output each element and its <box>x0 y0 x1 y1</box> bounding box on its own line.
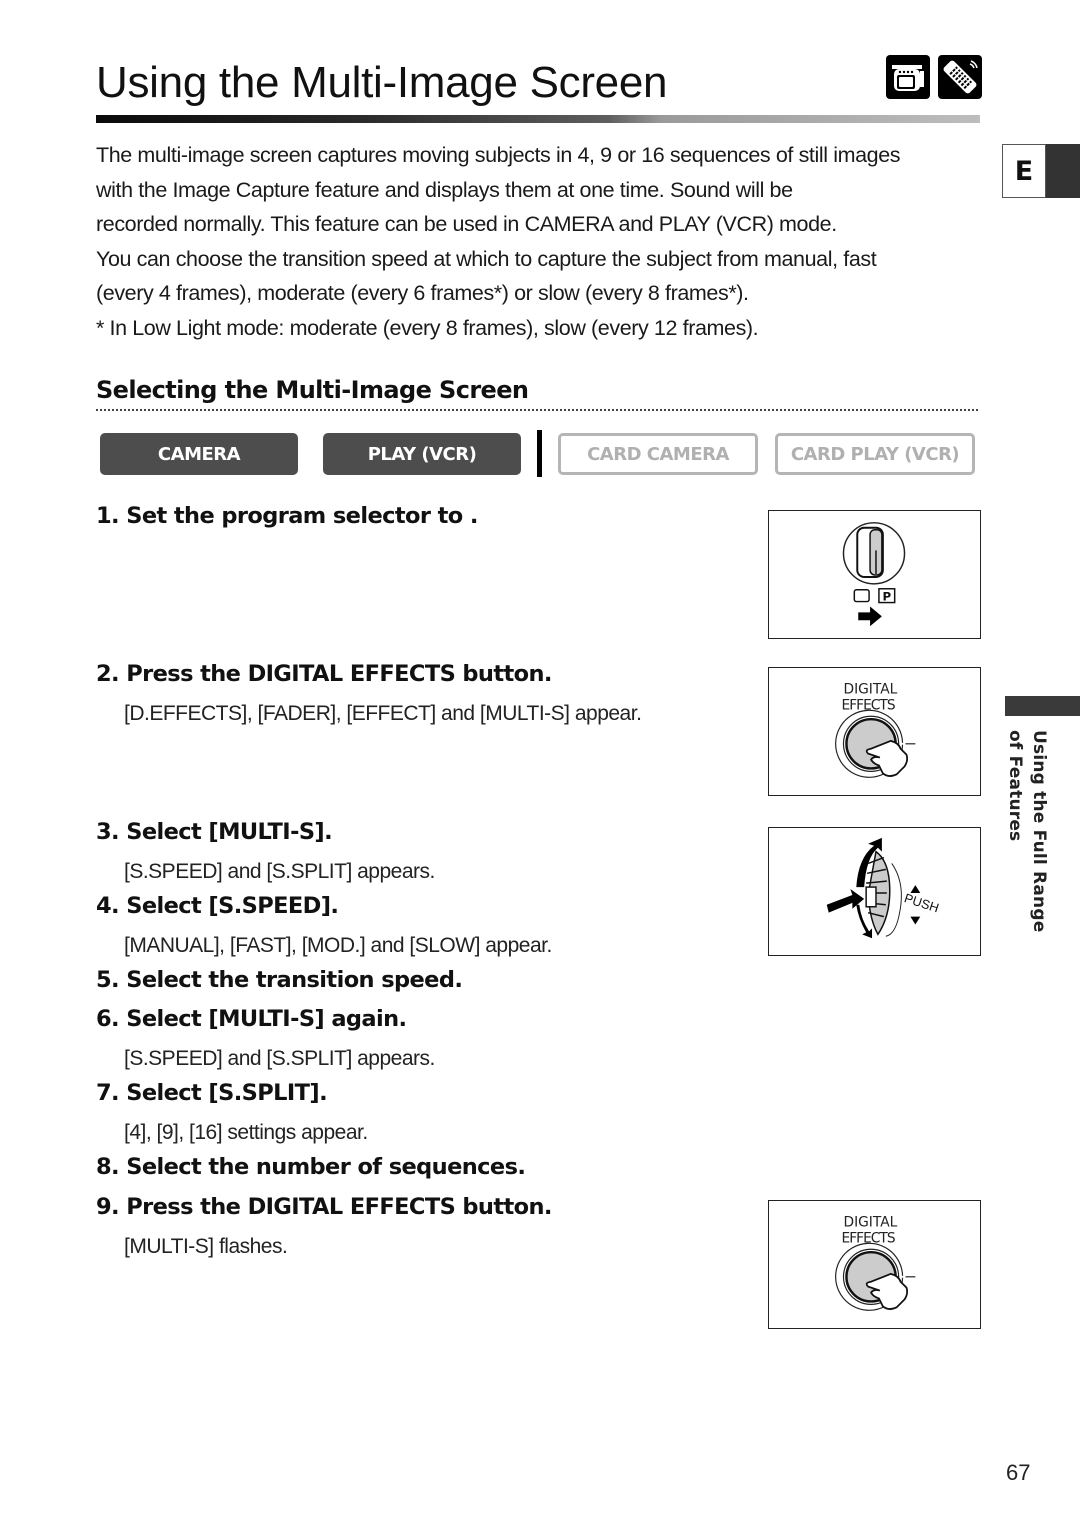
intro-footnote: * In Low Light mode: moderate (every 8 f… <box>96 315 759 340</box>
svg-text:DIGITAL: DIGITAL <box>843 1215 897 1231</box>
camcorder-icon <box>886 55 930 99</box>
step-9-title: 9. Press the DIGITAL EFFECTS button. <box>96 1194 552 1220</box>
section-tab-line2: of Features <box>1005 730 1025 842</box>
mode-card-play-vcr: CARD PLAY (VCR) <box>775 433 975 475</box>
program-selector-icon: P <box>842 522 906 627</box>
step-4-title: 4. Select [S.SPEED]. <box>96 893 339 919</box>
digital-effects-illustration-2: DIGITAL EFFECTS <box>768 1200 981 1329</box>
intro-text: The multi-image screen captures moving s… <box>96 138 966 345</box>
section-tab-line1: Using the Full Range <box>1029 730 1049 933</box>
step-6-title: 6. Select [MULTI-S] again. <box>96 1006 407 1032</box>
step-7-detail: [4], [9], [16] settings appear. <box>124 1121 368 1144</box>
language-tab-marker <box>1046 144 1080 198</box>
step-6-detail: [S.SPEED] and [S.SPLIT] appears. <box>124 1047 435 1070</box>
intro-line: You can choose the transition speed at w… <box>96 246 877 271</box>
page-number: 67 <box>1006 1460 1031 1485</box>
step-1-title: 1. Set the program selector to . <box>96 503 478 529</box>
svg-text:EFFECTS: EFFECTS <box>842 697 895 713</box>
step-7-title: 7. Select [S.SPLIT]. <box>96 1080 328 1106</box>
mode-camera: CAMERA <box>100 433 298 475</box>
mode-play-vcr: PLAY (VCR) <box>323 433 521 475</box>
mode-card-camera: CARD CAMERA <box>558 433 758 475</box>
section-divider <box>96 409 978 411</box>
section-heading: Selecting the Multi-Image Screen <box>96 376 529 404</box>
section-tab-label: Using the Full Range of Features <box>1003 730 1063 940</box>
step-2-detail: [D.EFFECTS], [FADER], [EFFECT] and [MULT… <box>124 702 642 725</box>
page-title: Using the Multi-Image Screen <box>96 58 668 107</box>
selector-dial-icon: PUSH <box>826 837 941 939</box>
title-rule <box>96 115 980 123</box>
remote-control-icon <box>938 55 982 99</box>
svg-text:PUSH: PUSH <box>902 890 940 915</box>
step-4-detail: [MANUAL], [FAST], [MOD.] and [SLOW] appe… <box>124 934 552 957</box>
digital-effects-illustration: DIGITAL EFFECTS <box>768 667 981 796</box>
step-3-detail: [S.SPEED] and [S.SPLIT] appears. <box>124 860 435 883</box>
step-9-detail: [MULTI-S] flashes. <box>124 1235 288 1258</box>
language-label: E <box>1002 144 1046 198</box>
intro-line: (every 4 frames), moderate (every 6 fram… <box>96 281 749 305</box>
step-5-title: 5. Select the transition speed. <box>96 967 463 993</box>
intro-line: recorded normally. This feature can be u… <box>96 212 837 236</box>
program-selector-illustration: P <box>768 510 981 639</box>
dial-illustration: PUSH <box>768 827 981 956</box>
svg-text:P: P <box>882 590 891 604</box>
mode-separator <box>537 430 542 477</box>
intro-line: with the Image Capture feature and displ… <box>96 177 793 202</box>
svg-text:DIGITAL: DIGITAL <box>843 682 897 698</box>
step-2-title: 2. Press the DIGITAL EFFECTS button. <box>96 661 552 687</box>
digital-effects-button-icon: DIGITAL EFFECTS <box>835 682 916 778</box>
svg-text:EFFECTS: EFFECTS <box>842 1230 895 1246</box>
step-3-title: 3. Select [MULTI-S]. <box>96 819 333 845</box>
step-8-title: 8. Select the number of sequences. <box>96 1154 526 1180</box>
digital-effects-button-icon: DIGITAL EFFECTS <box>835 1215 916 1311</box>
section-tab-marker <box>1005 696 1080 716</box>
language-tab: E <box>1002 144 1080 198</box>
intro-line: The multi-image screen captures moving s… <box>96 143 901 167</box>
